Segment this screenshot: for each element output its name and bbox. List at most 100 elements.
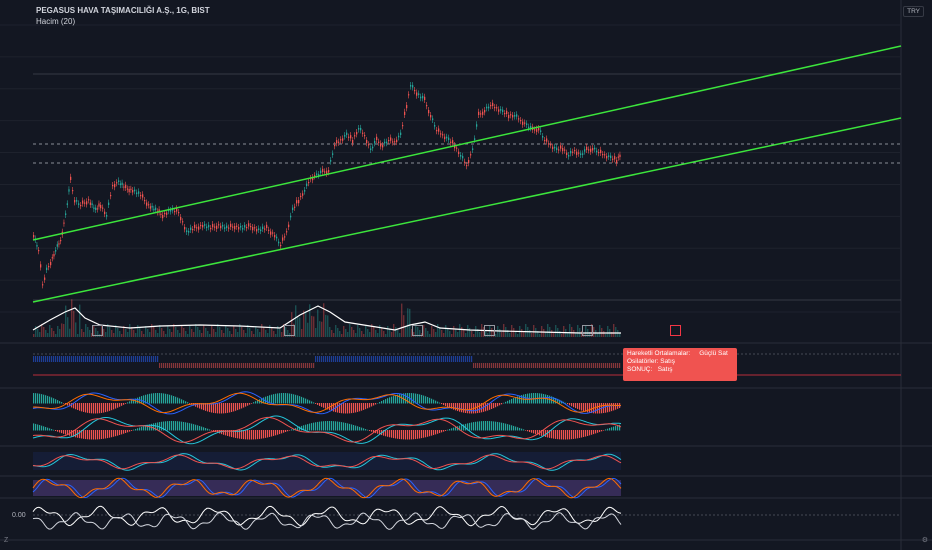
candle-body [354,135,356,137]
volume-bar [103,329,105,337]
candle-body [208,224,210,228]
candle-body [136,192,138,195]
volume-bar [449,331,451,337]
candle-body [53,254,55,257]
candle-body [488,106,490,109]
channel-lower-line[interactable] [32,117,902,303]
candle-body [430,115,432,118]
dema-hist [369,430,371,431]
dema-hist [509,424,511,431]
earnings-marker[interactable] [582,325,593,336]
candle-body [308,182,310,184]
volume-bar [187,334,189,337]
dema-hist [271,430,273,437]
earnings-marker[interactable] [670,325,681,336]
macd-hist [57,400,59,404]
earnings-marker[interactable] [92,325,103,336]
dema-hist [533,430,535,434]
dema-hist [323,421,325,431]
volume-bar [305,311,307,337]
dema-hist [203,427,205,431]
candle-body [580,153,582,155]
genel-bar [101,356,103,362]
currency-button[interactable]: TRY [903,6,924,17]
dema-hist [403,430,405,440]
genel-bar [183,363,185,368]
macd-hist [125,403,127,404]
genel-bar [193,363,195,368]
volume-bar [463,330,465,337]
dema-hist [427,430,429,437]
dema-hist [551,430,553,439]
macd-hist [223,403,225,414]
dema-hist [515,426,517,431]
dema-hist [51,429,53,431]
dema-hist [363,428,365,431]
genel-bar [117,356,119,362]
genel-bar [269,363,271,368]
candle-body [93,207,95,210]
channel-upper-line[interactable] [32,45,902,241]
genel-bar [247,363,249,368]
dema-hist [251,430,253,440]
volume-bar [523,332,525,337]
genel-bar [313,363,315,368]
macd-hist [61,402,63,404]
tooltip-ma-value: Güçlü Sat [699,350,728,357]
dema-hist [267,430,269,438]
dema-hist [269,430,271,437]
candle-body [466,165,468,167]
candle-body [346,132,348,135]
volume-bar [267,333,269,337]
chart-canvas[interactable] [0,0,932,550]
zoom-icon[interactable]: Z [4,537,8,544]
candle-body [106,215,108,217]
macd-hist [419,394,421,404]
macd-hist [45,395,47,404]
macd-hist [283,393,285,404]
candle-body [534,129,536,131]
volume-bar [297,316,299,337]
earnings-marker[interactable] [284,325,295,336]
volume-bar [253,334,255,337]
candle-body [498,109,500,112]
volume-bar [389,329,391,337]
earnings-marker[interactable] [484,325,495,336]
macd-hist [177,397,179,404]
genel-bar [387,356,389,362]
candle-body [486,106,488,109]
settings-icon[interactable]: ⚙ [922,536,928,544]
volume-bar [405,326,407,337]
genel-bar [339,356,341,362]
genel-bar [235,363,237,368]
genel-bar [33,356,35,362]
genel-bar [323,356,325,362]
summary-tooltip: Hareketli Ortalamalar: Güçlü Sat Osilatö… [623,348,737,381]
genel-bar [501,363,503,368]
macd-hist [79,403,81,411]
dema-hist [487,421,489,431]
dema-hist [291,429,293,431]
candle-body [250,226,252,228]
candle-body [320,170,322,173]
genel-bar [279,363,281,368]
genel-bar [549,363,551,368]
candle-body [110,195,112,197]
macd-hist [401,393,403,404]
macd-hist [581,403,583,411]
genel-bar [379,356,381,362]
macd-hist [479,403,481,413]
genel-bar [363,356,365,362]
volume-bar [87,327,89,337]
volume-bar [73,310,75,337]
volume-bar [231,334,233,337]
candle-body [114,184,116,188]
volume-bar [349,324,351,337]
dema-hist [305,424,307,431]
candle-body [372,146,374,149]
genel-bar [577,363,579,368]
macd-hist [247,403,249,406]
earnings-marker[interactable] [412,325,423,336]
dema-hist [349,423,351,431]
dema-hist [483,421,485,431]
